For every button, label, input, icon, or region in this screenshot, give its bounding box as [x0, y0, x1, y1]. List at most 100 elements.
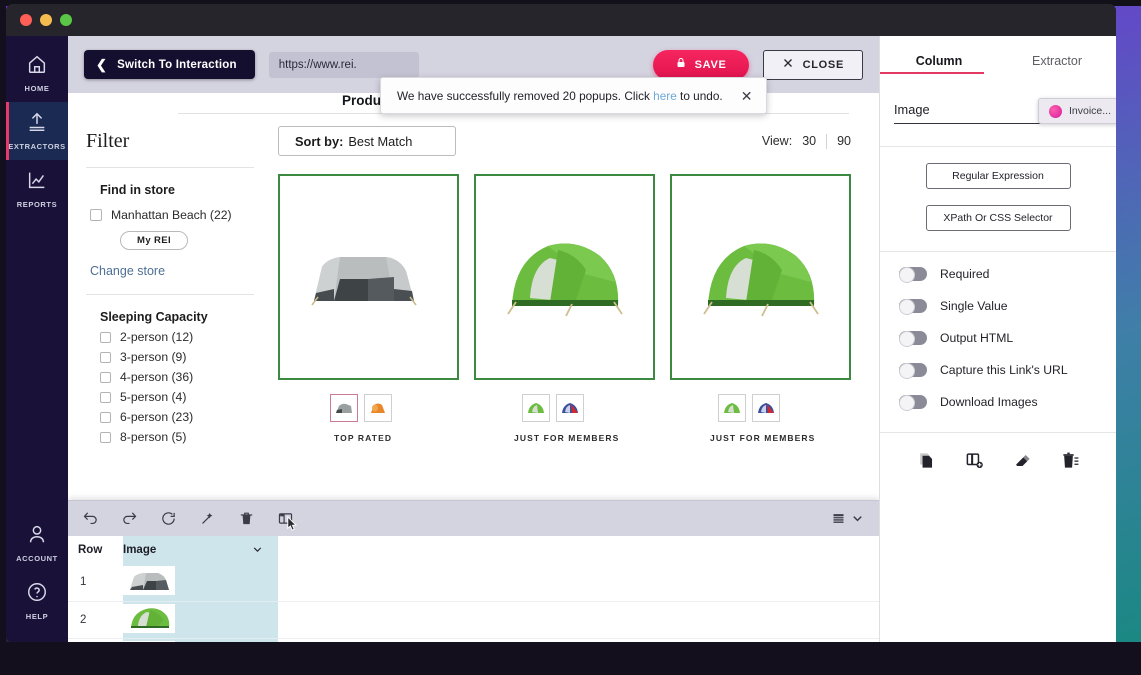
- filter-option-3-person[interactable]: 3-person (9): [100, 350, 268, 364]
- color-swatches: [278, 394, 459, 422]
- invoice-chip[interactable]: Invoice...: [1038, 98, 1116, 124]
- backdrop-bottom: [0, 642, 1141, 675]
- filter-option-4-person[interactable]: 4-person (36): [100, 370, 268, 384]
- view-option-90[interactable]: 90: [837, 134, 851, 148]
- checkbox-icon[interactable]: [100, 392, 111, 403]
- toggle-switch[interactable]: [899, 395, 927, 409]
- product-image-card[interactable]: [474, 174, 655, 380]
- green-tent-thumbnail: [123, 641, 175, 642]
- my-rei-badge[interactable]: My REI: [120, 231, 188, 250]
- checkbox-icon[interactable]: [100, 332, 111, 343]
- column-header-image[interactable]: Image: [123, 536, 278, 564]
- swatch-grey-tent[interactable]: [330, 394, 358, 422]
- swatch-green-tent[interactable]: [522, 394, 550, 422]
- sidebar-item-extractors[interactable]: EXTRACTORS: [6, 102, 68, 160]
- url-bar[interactable]: https://www.rei.: [269, 52, 419, 78]
- toast-undo-link[interactable]: here: [653, 89, 677, 103]
- undo-icon[interactable]: [82, 510, 99, 527]
- refresh-icon[interactable]: [160, 510, 177, 527]
- sidebar-item-account[interactable]: ACCOUNT: [6, 514, 68, 572]
- add-column-icon[interactable]: [277, 510, 294, 527]
- switch-to-interaction-button[interactable]: ❮ Switch To Interaction: [84, 50, 255, 79]
- change-store-link[interactable]: Change store: [90, 264, 268, 278]
- sidebar-item-label: ACCOUNT: [16, 554, 58, 563]
- xpath-css-selector-label: XPath Or CSS Selector: [943, 212, 1052, 224]
- toggle-label: Download Images: [940, 395, 1038, 409]
- toggle-required[interactable]: Required: [880, 258, 1116, 290]
- swatch-blue-tent[interactable]: [752, 394, 780, 422]
- chevron-down-icon[interactable]: [251, 543, 264, 559]
- product-image-card[interactable]: [278, 174, 459, 380]
- checkbox-icon[interactable]: [100, 412, 111, 423]
- toggle-download-images[interactable]: Download Images: [880, 386, 1116, 418]
- swatch-blue-tent[interactable]: [556, 394, 584, 422]
- close-button[interactable]: CLOSE: [763, 50, 863, 80]
- filter-option-5-person[interactable]: 5-person (4): [100, 390, 268, 404]
- product-cards: TOP RATED: [278, 174, 851, 443]
- trash-icon[interactable]: [238, 510, 255, 527]
- column-header-row[interactable]: Row: [68, 536, 123, 564]
- delete-column-icon[interactable]: [1061, 451, 1080, 475]
- view-option-30[interactable]: 30: [802, 134, 816, 148]
- column-name-value: Image: [894, 102, 930, 117]
- regular-expression-button[interactable]: Regular Expression: [926, 163, 1071, 189]
- toast-close-icon[interactable]: ✕: [741, 89, 753, 103]
- filter-option-label: 5-person (4): [120, 390, 186, 404]
- filter-option-8-person[interactable]: 8-person (5): [100, 430, 268, 444]
- toggle-single-value[interactable]: Single Value: [880, 290, 1116, 322]
- checkbox-icon[interactable]: [90, 209, 102, 221]
- cell-row-number: 2: [68, 601, 123, 639]
- sort-by-dropdown[interactable]: Sort by: Best Match: [278, 126, 456, 156]
- toggle-switch[interactable]: [899, 363, 927, 377]
- cell-image[interactable]: [123, 601, 278, 639]
- tab-extractor[interactable]: Extractor: [998, 36, 1116, 74]
- table-row[interactable]: 1: [68, 564, 879, 601]
- table-row[interactable]: 3: [68, 639, 879, 643]
- eraser-icon[interactable]: [1013, 451, 1032, 475]
- checkbox-icon[interactable]: [100, 372, 111, 383]
- toggle-switch[interactable]: [899, 299, 927, 313]
- question-icon: [26, 581, 48, 608]
- filter-option-6-person[interactable]: 6-person (23): [100, 410, 268, 424]
- window-close-button[interactable]: [20, 14, 32, 26]
- table-row[interactable]: 2: [68, 601, 879, 639]
- cell-image[interactable]: [123, 639, 278, 643]
- data-table-toolbar: [68, 501, 879, 536]
- swatch-green-tent[interactable]: [718, 394, 746, 422]
- magic-wand-icon[interactable]: [199, 510, 216, 527]
- toggle-switch[interactable]: [899, 267, 927, 281]
- sidebar-item-home[interactable]: HOME: [6, 44, 68, 102]
- product-image-card[interactable]: [670, 174, 851, 380]
- sidebar-item-help[interactable]: HELP: [6, 572, 68, 630]
- save-button[interactable]: SAVE: [653, 50, 749, 80]
- sidebar-item-reports[interactable]: REPORTS: [6, 160, 68, 218]
- checkbox-icon[interactable]: [100, 352, 111, 363]
- toggle-output-html[interactable]: Output HTML: [880, 322, 1116, 354]
- filter-option-label: 2-person (12): [120, 330, 193, 344]
- window-minimize-button[interactable]: [40, 14, 52, 26]
- sidebar-item-label: EXTRACTORS: [8, 142, 66, 151]
- xpath-css-selector-button[interactable]: XPath Or CSS Selector: [926, 205, 1071, 231]
- checkbox-icon[interactable]: [100, 432, 111, 443]
- tab-column[interactable]: Column: [880, 36, 998, 74]
- url-text: https://www.rei.: [279, 59, 357, 71]
- duplicate-column-icon[interactable]: [917, 451, 936, 475]
- filter-option-2-person[interactable]: 2-person (12): [100, 330, 268, 344]
- product-card-2: JUST FOR MEMBERS: [474, 174, 655, 443]
- redo-icon[interactable]: [121, 510, 138, 527]
- grey-tent-image: [294, 227, 444, 327]
- tab-extractor-label: Extractor: [1032, 54, 1082, 68]
- filter-option-label: 6-person (23): [120, 410, 193, 424]
- filter-option-manhattan-beach[interactable]: Manhattan Beach (22): [90, 208, 268, 222]
- cell-image[interactable]: [123, 564, 278, 601]
- filter-option-label: Manhattan Beach (22): [111, 208, 232, 222]
- rows-icon: [831, 511, 846, 526]
- filter-option-label: 8-person (5): [120, 430, 186, 444]
- toggle-capture-link-url[interactable]: Capture this Link's URL: [880, 354, 1116, 386]
- column-header-empty: [278, 536, 879, 564]
- rows-per-page-control[interactable]: [831, 511, 865, 526]
- swatch-orange-tent[interactable]: [364, 394, 392, 422]
- add-column-icon[interactable]: [965, 451, 984, 475]
- toggle-switch[interactable]: [899, 331, 927, 345]
- window-maximize-button[interactable]: [60, 14, 72, 26]
